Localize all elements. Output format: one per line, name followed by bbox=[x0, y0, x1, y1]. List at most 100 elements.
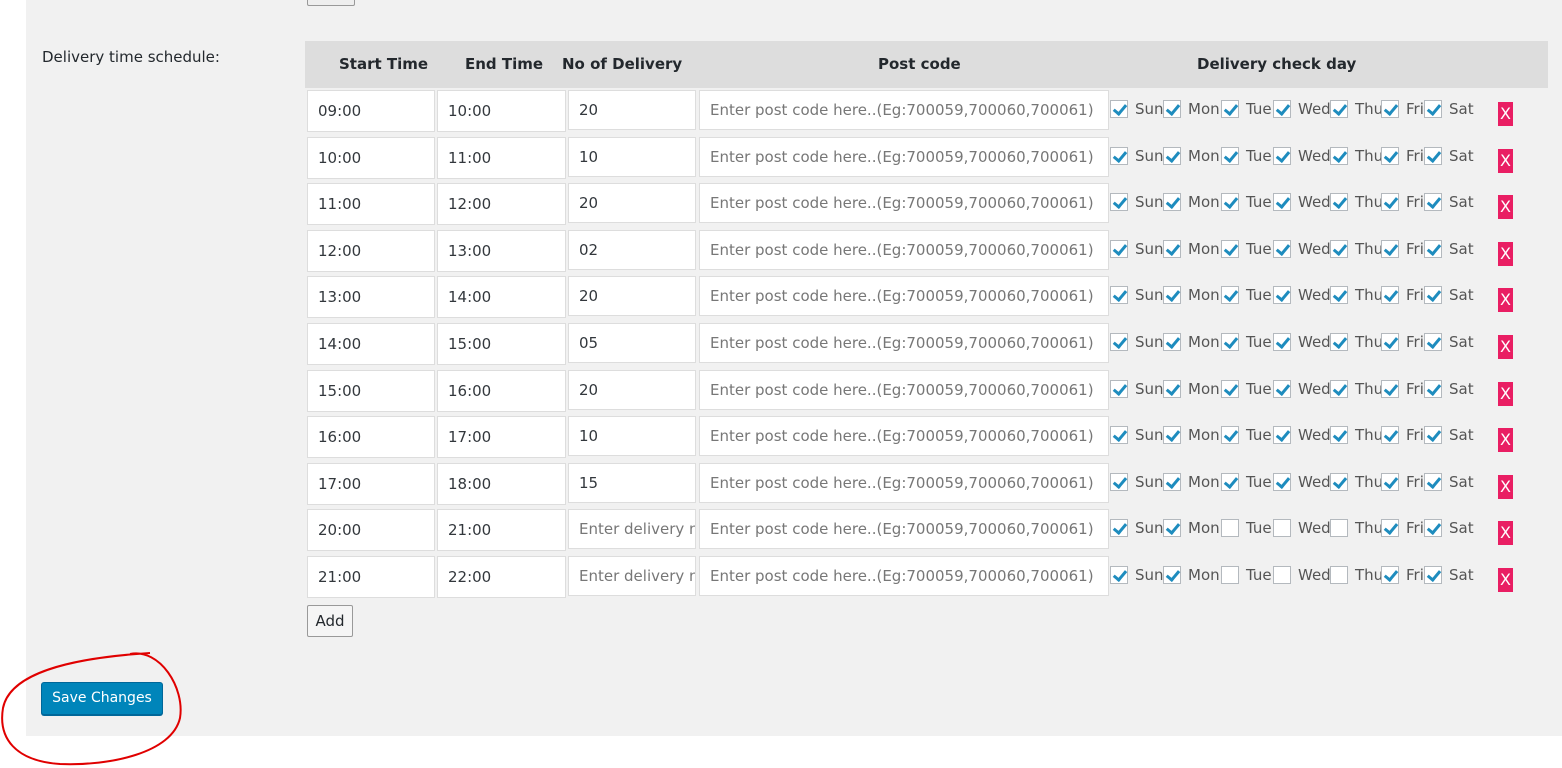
delete-row-button[interactable]: X bbox=[1498, 148, 1513, 173]
start-time-input[interactable]: 16:00 bbox=[307, 416, 435, 459]
day-checkbox-wed[interactable] bbox=[1273, 239, 1291, 258]
day-checkbox-wed[interactable] bbox=[1273, 333, 1291, 351]
day-checkbox-sun[interactable] bbox=[1110, 100, 1128, 118]
day-checkbox-thu[interactable] bbox=[1330, 566, 1348, 584]
post-code-input[interactable]: Enter post code here..(Eg:700059,700060,… bbox=[699, 276, 1109, 317]
day-checkbox-fri[interactable] bbox=[1381, 333, 1399, 351]
day-checkbox-sat[interactable] bbox=[1424, 379, 1442, 398]
start-time-input[interactable]: 17:00 bbox=[307, 462, 435, 505]
delivery-count-input[interactable]: 20 bbox=[568, 276, 696, 317]
delete-row-button[interactable]: X bbox=[1498, 195, 1513, 220]
day-checkbox-thu[interactable] bbox=[1330, 519, 1348, 538]
start-time-input[interactable]: 13:00 bbox=[307, 276, 435, 319]
post-code-input[interactable]: Enter post code here..(Eg:700059,700060,… bbox=[699, 229, 1109, 270]
day-checkbox-tue[interactable] bbox=[1221, 193, 1239, 212]
day-checkbox-thu[interactable] bbox=[1330, 193, 1348, 212]
day-checkbox-wed[interactable] bbox=[1273, 286, 1291, 305]
day-checkbox-wed[interactable] bbox=[1273, 472, 1291, 491]
day-checkbox-tue[interactable] bbox=[1221, 239, 1239, 258]
start-time-input[interactable]: 21:00 bbox=[307, 556, 435, 598]
delivery-count-input[interactable]: Enter delivery no bbox=[568, 509, 696, 550]
day-checkbox-tue[interactable] bbox=[1221, 426, 1239, 445]
delete-row-button[interactable]: X bbox=[1498, 428, 1513, 453]
delivery-count-input[interactable]: 20 bbox=[568, 369, 696, 410]
start-time-input[interactable]: 12:00 bbox=[307, 229, 435, 272]
add-row-button[interactable]: Add bbox=[307, 605, 353, 637]
day-checkbox-wed[interactable] bbox=[1273, 146, 1291, 165]
day-checkbox-fri[interactable] bbox=[1381, 426, 1399, 445]
day-checkbox-fri[interactable] bbox=[1381, 519, 1399, 538]
post-code-input[interactable]: Enter post code here..(Eg:700059,700060,… bbox=[699, 136, 1109, 177]
day-checkbox-sat[interactable] bbox=[1424, 239, 1442, 258]
day-checkbox-wed[interactable] bbox=[1273, 100, 1291, 118]
end-time-input[interactable]: 17:00 bbox=[437, 416, 566, 459]
day-checkbox-tue[interactable] bbox=[1221, 286, 1239, 305]
day-checkbox-sun[interactable] bbox=[1110, 146, 1128, 165]
day-checkbox-sun[interactable] bbox=[1110, 333, 1128, 351]
delivery-count-input[interactable]: Enter delivery no bbox=[568, 556, 696, 596]
day-checkbox-mon[interactable] bbox=[1163, 146, 1181, 165]
day-checkbox-sat[interactable] bbox=[1424, 519, 1442, 538]
day-checkbox-thu[interactable] bbox=[1330, 426, 1348, 445]
delivery-count-input[interactable]: 20 bbox=[568, 90, 696, 130]
day-checkbox-sat[interactable] bbox=[1424, 472, 1442, 491]
end-time-input[interactable]: 22:00 bbox=[437, 556, 566, 598]
delete-row-button[interactable]: X bbox=[1498, 568, 1513, 592]
day-checkbox-wed[interactable] bbox=[1273, 519, 1291, 538]
day-checkbox-mon[interactable] bbox=[1163, 100, 1181, 118]
day-checkbox-tue[interactable] bbox=[1221, 566, 1239, 584]
day-checkbox-fri[interactable] bbox=[1381, 100, 1399, 118]
delivery-count-input[interactable]: 02 bbox=[568, 229, 696, 270]
day-checkbox-tue[interactable] bbox=[1221, 333, 1239, 351]
post-code-input[interactable]: Enter post code here..(Eg:700059,700060,… bbox=[699, 556, 1109, 596]
day-checkbox-mon[interactable] bbox=[1163, 333, 1181, 351]
post-code-input[interactable]: Enter post code here..(Eg:700059,700060,… bbox=[699, 509, 1109, 550]
day-checkbox-tue[interactable] bbox=[1221, 100, 1239, 118]
day-checkbox-fri[interactable] bbox=[1381, 286, 1399, 305]
day-checkbox-wed[interactable] bbox=[1273, 566, 1291, 584]
day-checkbox-tue[interactable] bbox=[1221, 379, 1239, 398]
post-code-input[interactable]: Enter post code here..(Eg:700059,700060,… bbox=[699, 462, 1109, 503]
day-checkbox-sun[interactable] bbox=[1110, 379, 1128, 398]
day-checkbox-fri[interactable] bbox=[1381, 379, 1399, 398]
start-time-input[interactable]: 15:00 bbox=[307, 369, 435, 412]
day-checkbox-sat[interactable] bbox=[1424, 566, 1442, 584]
day-checkbox-sun[interactable] bbox=[1110, 566, 1128, 584]
day-checkbox-mon[interactable] bbox=[1163, 566, 1181, 584]
day-checkbox-thu[interactable] bbox=[1330, 286, 1348, 305]
day-checkbox-mon[interactable] bbox=[1163, 239, 1181, 258]
day-checkbox-sat[interactable] bbox=[1424, 193, 1442, 212]
day-checkbox-sat[interactable] bbox=[1424, 146, 1442, 165]
day-checkbox-sun[interactable] bbox=[1110, 519, 1128, 538]
day-checkbox-sun[interactable] bbox=[1110, 286, 1128, 305]
day-checkbox-sun[interactable] bbox=[1110, 193, 1128, 212]
delivery-count-input[interactable]: 15 bbox=[568, 462, 696, 503]
end-time-input[interactable]: 21:00 bbox=[437, 509, 566, 552]
post-code-input[interactable]: Enter post code here..(Eg:700059,700060,… bbox=[699, 183, 1109, 224]
day-checkbox-thu[interactable] bbox=[1330, 239, 1348, 258]
delivery-count-input[interactable]: 20 bbox=[568, 183, 696, 224]
end-time-input[interactable]: 18:00 bbox=[437, 462, 566, 505]
start-time-input[interactable]: 14:00 bbox=[307, 323, 435, 365]
day-checkbox-mon[interactable] bbox=[1163, 472, 1181, 491]
delete-row-button[interactable]: X bbox=[1498, 474, 1513, 499]
day-checkbox-tue[interactable] bbox=[1221, 472, 1239, 491]
delete-row-button[interactable]: X bbox=[1498, 381, 1513, 406]
start-time-input[interactable]: 11:00 bbox=[307, 183, 435, 226]
day-checkbox-mon[interactable] bbox=[1163, 193, 1181, 212]
day-checkbox-sun[interactable] bbox=[1110, 472, 1128, 491]
end-time-input[interactable]: 16:00 bbox=[437, 369, 566, 412]
day-checkbox-sun[interactable] bbox=[1110, 426, 1128, 445]
post-code-input[interactable]: Enter post code here..(Eg:700059,700060,… bbox=[699, 416, 1109, 457]
day-checkbox-thu[interactable] bbox=[1330, 100, 1348, 118]
post-code-input[interactable]: Enter post code here..(Eg:700059,700060,… bbox=[699, 90, 1109, 130]
day-checkbox-fri[interactable] bbox=[1381, 193, 1399, 212]
post-code-input[interactable]: Enter post code here..(Eg:700059,700060,… bbox=[699, 323, 1109, 363]
day-checkbox-wed[interactable] bbox=[1273, 193, 1291, 212]
delete-row-button[interactable]: X bbox=[1498, 521, 1513, 546]
day-checkbox-sun[interactable] bbox=[1110, 239, 1128, 258]
day-checkbox-wed[interactable] bbox=[1273, 379, 1291, 398]
day-checkbox-sat[interactable] bbox=[1424, 333, 1442, 351]
end-time-input[interactable]: 14:00 bbox=[437, 276, 566, 319]
day-checkbox-mon[interactable] bbox=[1163, 426, 1181, 445]
